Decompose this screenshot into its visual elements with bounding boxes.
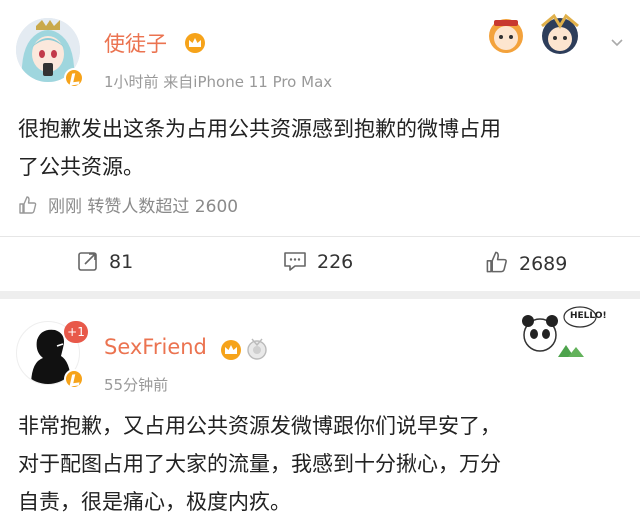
divider	[0, 236, 640, 237]
username[interactable]: 使徒子	[104, 28, 167, 58]
post-meta: 1小时前 来自iPhone 11 Pro Max	[104, 73, 333, 91]
post-text-line: 对于配图占用了大家的流量，我感到十分揪心，万分	[18, 452, 501, 476]
repost-count: 81	[109, 251, 134, 273]
post-text-line: 非常抱歉，又占用公共资源发微博跟你们说早安了，	[18, 414, 501, 438]
post-text-line: 自责，很是痛心，极度内疚。	[18, 490, 291, 514]
plus-one-badge: +1	[64, 321, 88, 343]
comment-count: 226	[317, 251, 354, 273]
panda-sticker: HELLO!	[518, 305, 607, 361]
thumbs-up-icon	[486, 251, 507, 273]
chevron-down-icon[interactable]	[610, 36, 624, 50]
likes-summary: 刚刚 转赞人数超过 2600	[18, 192, 238, 217]
post-text-line: 很抱歉发出这条为占用公共资源感到抱歉的微博占用	[18, 117, 501, 141]
decorative-stickers-1	[486, 12, 592, 58]
vip-crown-icon	[184, 33, 206, 53]
like-count: 2689	[519, 253, 568, 275]
post-text-line: 了公共资源。	[18, 155, 144, 179]
post-meta: 55分钟前	[104, 376, 169, 394]
verified-badge-icon	[64, 369, 84, 389]
sticker-text: HELLO!	[570, 311, 607, 321]
post-card-2: +1 SexFriend 55分钟前 HELLO! 非常抱歉，又占用公共资源发微…	[0, 299, 640, 524]
verified-badge-icon	[64, 68, 84, 88]
likes-summary-text: 刚刚 转赞人数超过 2600	[48, 197, 239, 217]
vip-crown-icon	[220, 340, 242, 360]
comment-button[interactable]: 226	[283, 250, 353, 273]
medal-icon	[246, 337, 268, 365]
comment-icon	[284, 252, 306, 271]
like-button[interactable]: 2689	[485, 250, 567, 275]
post-text: 很抱歉发出这条为占用公共资源感到抱歉的微博占用 了公共资源。	[18, 110, 501, 186]
repost-icon	[78, 252, 97, 271]
post-text: 非常抱歉，又占用公共资源发微博跟你们说早安了， 对于配图占用了大家的流量，我感到…	[18, 407, 501, 521]
repost-button[interactable]: 81	[77, 250, 133, 273]
post-card-1: 使徒子 1小时前 来自iPhone 11 Pro Max 很抱歉发出这条为占用公…	[0, 0, 640, 291]
thumbs-up-icon	[19, 196, 37, 214]
username[interactable]: SexFriend	[104, 335, 207, 359]
